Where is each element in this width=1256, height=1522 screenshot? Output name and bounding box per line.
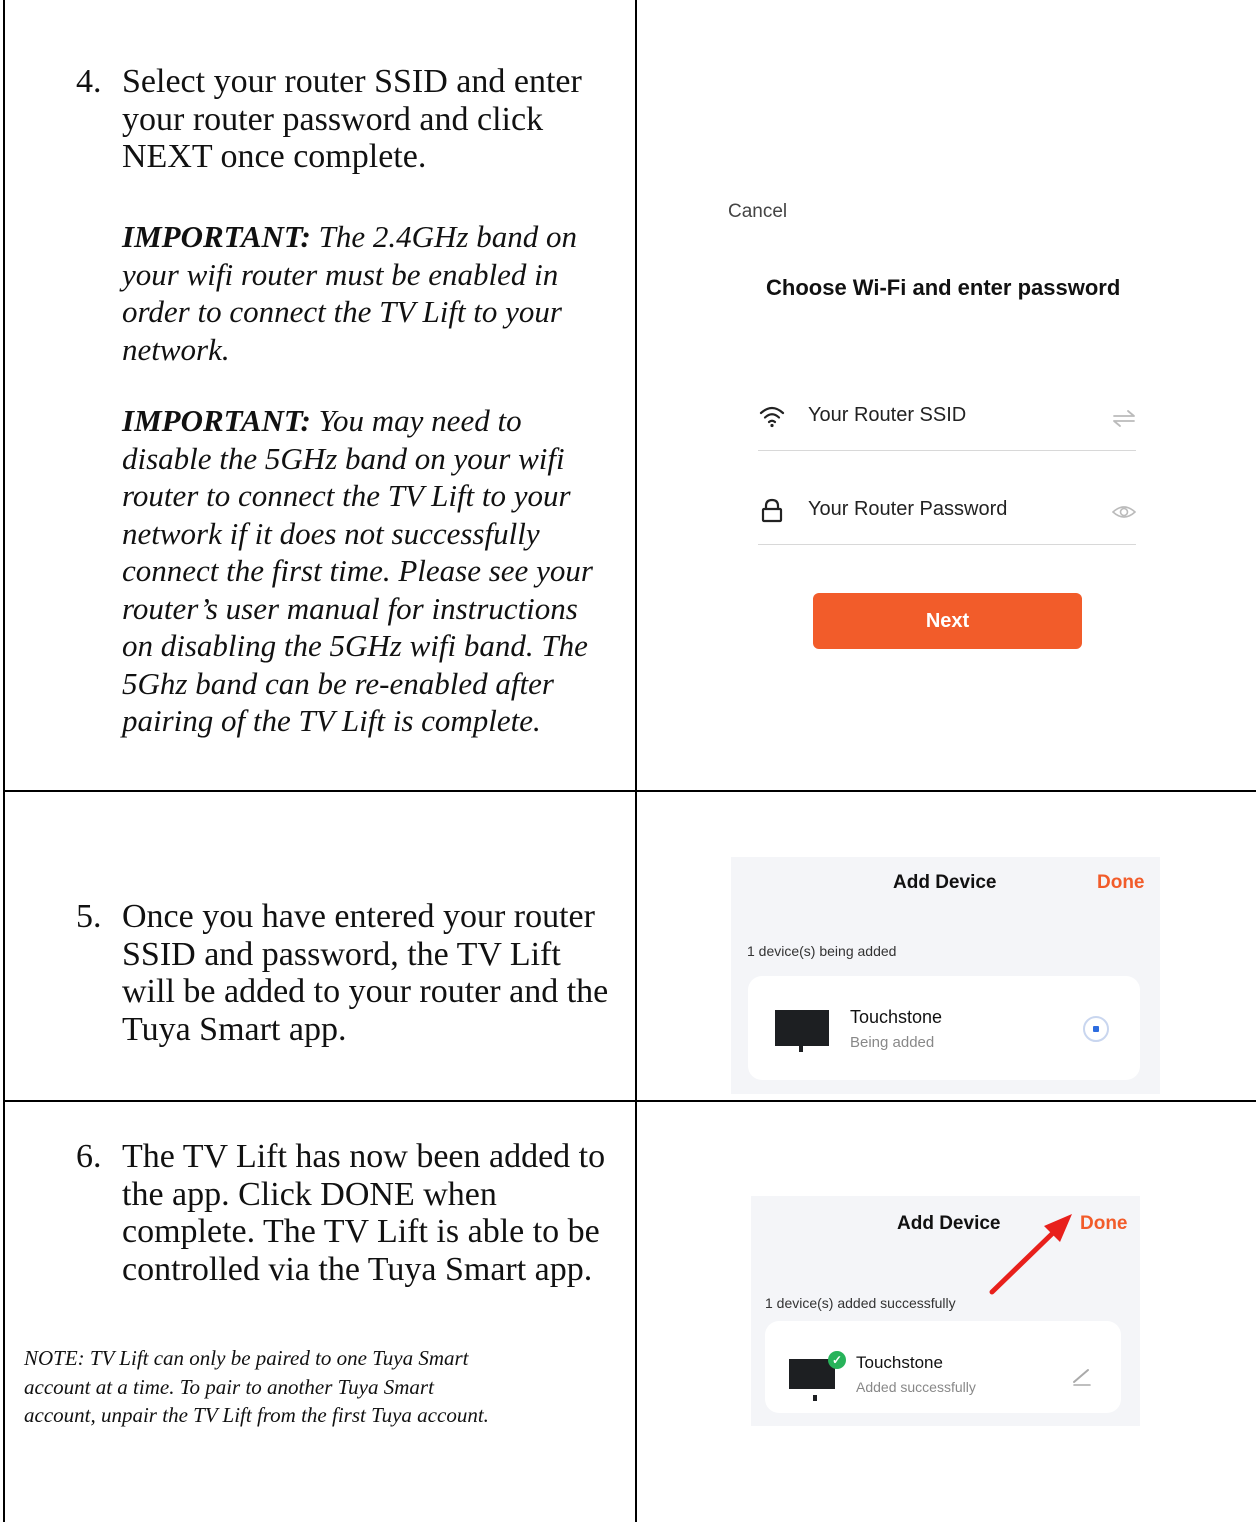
screen-title: Add Device: [893, 872, 997, 893]
red-arrow-icon: [989, 1214, 1072, 1295]
password-field[interactable]: Your Router Password: [758, 484, 1136, 545]
device-name: Touchstone: [850, 1007, 943, 1027]
step-5-body: Once you have entered your router SSID a…: [122, 898, 622, 1048]
cancel-button[interactable]: Cancel: [728, 201, 787, 223]
text-line: network.: [122, 331, 230, 367]
next-button[interactable]: Next: [813, 593, 1082, 649]
text-line: complete. The TV Lift is able to be: [122, 1213, 600, 1250]
done-button[interactable]: Done: [1080, 1213, 1128, 1235]
status-text: 1 device(s) being added: [747, 943, 897, 959]
step-number: 5.: [76, 898, 102, 935]
text-line: NEXT once complete.: [122, 138, 427, 175]
table-row-divider-1: [3, 790, 1256, 792]
text-line: The TV Lift has now been added to: [122, 1138, 606, 1175]
text-line: connect the first time. Please see your: [122, 553, 593, 588]
swap-icon[interactable]: [1112, 408, 1136, 428]
step-6-body: The TV Lift has now been added to the ap…: [122, 1138, 622, 1288]
wifi-icon: [759, 406, 785, 428]
step-4-body: Select your router SSID and enter your r…: [122, 63, 622, 176]
success-check-icon: ✓: [828, 1351, 846, 1369]
screen-title: Choose Wi-Fi and enter password: [766, 275, 1121, 300]
text-line: your wifi router must be enabled in: [122, 256, 559, 292]
text-line: The 2.4GHz band on: [318, 219, 577, 254]
pairing-note: NOTE: TV Lift can only be paired to one …: [24, 1344, 634, 1430]
step-number: 6.: [76, 1138, 102, 1175]
text-line: pairing of the TV Lift is complete.: [122, 703, 541, 738]
ssid-field[interactable]: Your Router SSID: [758, 390, 1136, 451]
eye-icon[interactable]: [1112, 502, 1136, 522]
device-card[interactable]: Touchstone Being added: [748, 976, 1140, 1080]
text-line: on disabling the 5GHz wifi band. The: [122, 628, 588, 663]
added-device-screen: Add Device Done 1 device(s) added succes…: [751, 1196, 1140, 1426]
text-line: will be added to your router and the: [122, 973, 609, 1010]
text-line: the app. Click DONE when: [122, 1175, 497, 1213]
table-border-left: [3, 0, 5, 1522]
table-row-divider-2: [3, 1100, 1256, 1102]
device-name: Touchstone: [856, 1353, 943, 1372]
text-line: SSID and password, the TV Lift: [122, 935, 561, 973]
text-line: 5Ghz band can be re-enabled after: [122, 665, 554, 701]
lock-icon: [761, 498, 783, 523]
text-line: Select your router SSID and enter: [122, 63, 582, 100]
text-line: account, unpair the TV Lift from the fir…: [24, 1403, 489, 1427]
important-note-2: IMPORTANT: You may need to disable the 5…: [122, 402, 632, 740]
device-status: Being added: [850, 1034, 935, 1051]
important-label: IMPORTANT:: [122, 219, 311, 254]
device-card[interactable]: ✓ Touchstone Added successfully: [765, 1321, 1121, 1413]
wifi-password-screen: Cancel Choose Wi-Fi and enter password Y…: [700, 180, 1220, 680]
status-text: 1 device(s) added successfully: [765, 1295, 956, 1311]
important-note-1: IMPORTANT: The 2.4GHz band on your wifi …: [122, 218, 632, 368]
tv-device-icon: [775, 1010, 829, 1052]
text-line: NOTE: TV Lift can only be paired to one …: [24, 1346, 469, 1370]
text-line: order to connect the TV Lift to your: [122, 294, 562, 329]
important-label: IMPORTANT:: [122, 403, 311, 438]
step-number: 4.: [76, 63, 102, 100]
edit-pencil-icon[interactable]: [1071, 1365, 1093, 1387]
text-line: Tuya Smart app.: [122, 1010, 347, 1048]
text-line: You may need to: [318, 403, 522, 438]
text-line: network if it does not successfully: [122, 515, 540, 551]
text-line: router’s user manual for instructions: [122, 590, 578, 626]
password-value: Your Router Password: [808, 498, 1008, 520]
text-line: controlled via the Tuya Smart app.: [122, 1250, 593, 1288]
table-column-divider: [635, 0, 637, 1522]
ssid-value: Your Router SSID: [808, 404, 967, 426]
adding-device-screen: Add Device Done 1 device(s) being added …: [731, 857, 1160, 1094]
device-status: Added successfully: [856, 1379, 976, 1395]
done-button[interactable]: Done: [1097, 872, 1145, 894]
text-line: disable the 5GHz band on your wifi: [122, 440, 565, 476]
text-line: account at a time. To pair to another Tu…: [24, 1374, 434, 1399]
text-line: router to connect the TV Lift to your: [122, 478, 571, 513]
text-line: your router password and click: [122, 100, 544, 138]
text-line: Once you have entered your router: [122, 898, 595, 935]
loading-spinner-icon: [1083, 1016, 1109, 1042]
